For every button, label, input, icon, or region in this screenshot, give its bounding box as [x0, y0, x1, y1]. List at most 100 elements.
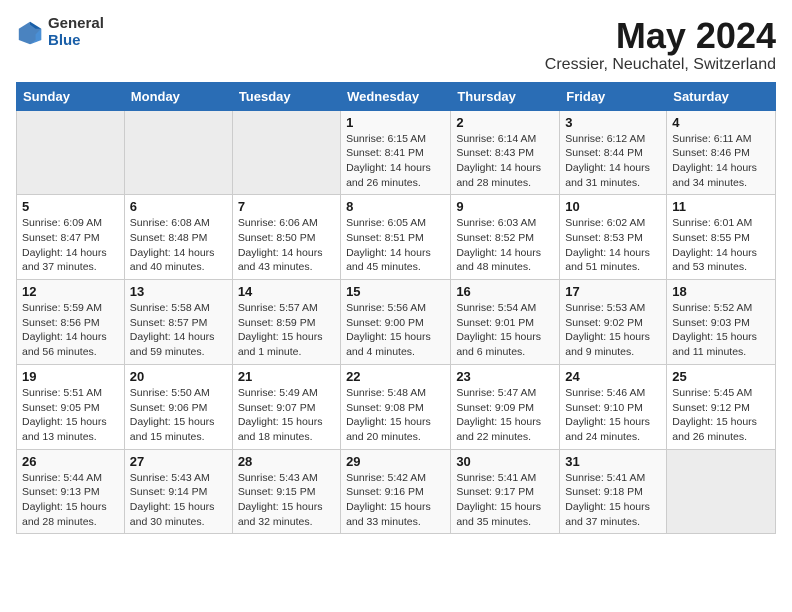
- day-number: 19: [22, 369, 119, 384]
- calendar-cell: 4Sunrise: 6:11 AM Sunset: 8:46 PM Daylig…: [667, 110, 776, 195]
- day-info: Sunrise: 5:43 AM Sunset: 9:14 PM Dayligh…: [130, 471, 227, 530]
- calendar-cell: [232, 110, 340, 195]
- day-number: 29: [346, 454, 445, 469]
- day-number: 30: [456, 454, 554, 469]
- day-number: 21: [238, 369, 335, 384]
- calendar-cell: 23 Sunrise: 5:47 AM Sunset: 9:09 PM Dayli…: [451, 364, 560, 449]
- day-info: Sunrise: 6:12 AM Sunset: 8:44 PM Dayligh…: [565, 132, 661, 191]
- day-info: Sunrise: 5:43 AM Sunset: 9:15 PM Dayligh…: [238, 471, 335, 530]
- calendar-cell: 16 Sunrise: 5:54 AM Sunset: 9:01 PM Dayli…: [451, 280, 560, 365]
- logo-blue-text: Blue: [48, 33, 104, 50]
- day-number: 2: [456, 115, 554, 130]
- day-info: Sunrise: 5:54 AM Sunset: 9:01 PM Dayligh…: [456, 301, 554, 360]
- calendar-cell: 24Sunrise: 5:46 AM Sunset: 9:10 PM Dayli…: [560, 364, 667, 449]
- day-info: Sunrise: 6:09 AM Sunset: 8:47 PM Dayligh…: [22, 216, 119, 275]
- calendar-cell: 9 Sunrise: 6:03 AM Sunset: 8:52 PM Daylig…: [451, 195, 560, 280]
- calendar-cell: 17 Sunrise: 5:53 AM Sunset: 9:02 PM Dayli…: [560, 280, 667, 365]
- weekday-header-wednesday: Wednesday: [341, 82, 451, 110]
- calendar-cell: 22Sunrise: 5:48 AM Sunset: 9:08 PM Dayli…: [341, 364, 451, 449]
- day-number: 16: [456, 284, 554, 299]
- day-number: 31: [565, 454, 661, 469]
- calendar-title: May 2024: [545, 16, 776, 56]
- calendar-cell: [17, 110, 125, 195]
- day-number: 27: [130, 454, 227, 469]
- weekday-header-saturday: Saturday: [667, 82, 776, 110]
- day-number: 18: [672, 284, 770, 299]
- calendar-cell: 31Sunrise: 5:41 AM Sunset: 9:18 PM Dayli…: [560, 449, 667, 534]
- day-info: Sunrise: 6:05 AM Sunset: 8:51 PM Dayligh…: [346, 216, 445, 275]
- day-info: Sunrise: 5:50 AM Sunset: 9:06 PM Dayligh…: [130, 386, 227, 445]
- day-info: Sunrise: 5:42 AM Sunset: 9:16 PM Dayligh…: [346, 471, 445, 530]
- logo-general-text: General: [48, 16, 104, 33]
- day-number: 26: [22, 454, 119, 469]
- day-number: 20: [130, 369, 227, 384]
- day-info: Sunrise: 6:08 AM Sunset: 8:48 PM Dayligh…: [130, 216, 227, 275]
- day-info: Sunrise: 6:06 AM Sunset: 8:50 PM Dayligh…: [238, 216, 335, 275]
- calendar-week-4: 19 Sunrise: 5:51 AM Sunset: 9:05 PM Dayli…: [17, 364, 776, 449]
- day-info: Sunrise: 5:45 AM Sunset: 9:12 PM Dayligh…: [672, 386, 770, 445]
- day-info: Sunrise: 6:02 AM Sunset: 8:53 PM Dayligh…: [565, 216, 661, 275]
- day-number: 23: [456, 369, 554, 384]
- calendar-cell: 10Sunrise: 6:02 AM Sunset: 8:53 PM Dayli…: [560, 195, 667, 280]
- title-area: May 2024 Cressier, Neuchatel, Switzerlan…: [545, 16, 776, 74]
- day-number: 12: [22, 284, 119, 299]
- weekday-header-friday: Friday: [560, 82, 667, 110]
- calendar-cell: 11Sunrise: 6:01 AM Sunset: 8:55 PM Dayli…: [667, 195, 776, 280]
- calendar-cell: 14 Sunrise: 5:57 AM Sunset: 8:59 PM Dayli…: [232, 280, 340, 365]
- day-number: 25: [672, 369, 770, 384]
- day-info: Sunrise: 5:53 AM Sunset: 9:02 PM Dayligh…: [565, 301, 661, 360]
- day-info: Sunrise: 5:41 AM Sunset: 9:17 PM Dayligh…: [456, 471, 554, 530]
- day-info: Sunrise: 5:47 AM Sunset: 9:09 PM Dayligh…: [456, 386, 554, 445]
- page-header: General Blue May 2024 Cressier, Neuchate…: [16, 16, 776, 74]
- calendar-cell: [667, 449, 776, 534]
- calendar-cell: 12 Sunrise: 5:59 AM Sunset: 8:56 PM Dayli…: [17, 280, 125, 365]
- day-number: 3: [565, 115, 661, 130]
- calendar-cell: 21Sunrise: 5:49 AM Sunset: 9:07 PM Dayli…: [232, 364, 340, 449]
- calendar-cell: 20 Sunrise: 5:50 AM Sunset: 9:06 PM Dayli…: [124, 364, 232, 449]
- calendar-cell: 5 Sunrise: 6:09 AM Sunset: 8:47 PM Daylig…: [17, 195, 125, 280]
- calendar-cell: [124, 110, 232, 195]
- day-number: 17: [565, 284, 661, 299]
- day-number: 9: [456, 199, 554, 214]
- calendar-cell: 30 Sunrise: 5:41 AM Sunset: 9:17 PM Dayli…: [451, 449, 560, 534]
- day-number: 15: [346, 284, 445, 299]
- calendar-cell: 13Sunrise: 5:58 AM Sunset: 8:57 PM Dayli…: [124, 280, 232, 365]
- day-info: Sunrise: 5:51 AM Sunset: 9:05 PM Dayligh…: [22, 386, 119, 445]
- day-info: Sunrise: 6:14 AM Sunset: 8:43 PM Dayligh…: [456, 132, 554, 191]
- calendar-cell: 8 Sunrise: 6:05 AM Sunset: 8:51 PM Daylig…: [341, 195, 451, 280]
- calendar-table: SundayMondayTuesdayWednesdayThursdayFrid…: [16, 82, 776, 535]
- day-info: Sunrise: 5:59 AM Sunset: 8:56 PM Dayligh…: [22, 301, 119, 360]
- day-info: Sunrise: 5:57 AM Sunset: 8:59 PM Dayligh…: [238, 301, 335, 360]
- day-info: Sunrise: 5:58 AM Sunset: 8:57 PM Dayligh…: [130, 301, 227, 360]
- calendar-cell: 28 Sunrise: 5:43 AM Sunset: 9:15 PM Dayli…: [232, 449, 340, 534]
- weekday-header-thursday: Thursday: [451, 82, 560, 110]
- calendar-cell: 7Sunrise: 6:06 AM Sunset: 8:50 PM Daylig…: [232, 195, 340, 280]
- day-number: 24: [565, 369, 661, 384]
- calendar-cell: 15 Sunrise: 5:56 AM Sunset: 9:00 PM Dayli…: [341, 280, 451, 365]
- day-info: Sunrise: 5:44 AM Sunset: 9:13 PM Dayligh…: [22, 471, 119, 530]
- day-number: 8: [346, 199, 445, 214]
- calendar-week-2: 5 Sunrise: 6:09 AM Sunset: 8:47 PM Daylig…: [17, 195, 776, 280]
- calendar-cell: 1Sunrise: 6:15 AM Sunset: 8:41 PM Daylig…: [341, 110, 451, 195]
- logo-text: General Blue: [48, 16, 104, 49]
- day-number: 1: [346, 115, 445, 130]
- day-number: 22: [346, 369, 445, 384]
- calendar-week-1: 1Sunrise: 6:15 AM Sunset: 8:41 PM Daylig…: [17, 110, 776, 195]
- calendar-subtitle: Cressier, Neuchatel, Switzerland: [545, 56, 776, 74]
- day-number: 28: [238, 454, 335, 469]
- day-number: 6: [130, 199, 227, 214]
- day-info: Sunrise: 6:03 AM Sunset: 8:52 PM Dayligh…: [456, 216, 554, 275]
- weekday-header-tuesday: Tuesday: [232, 82, 340, 110]
- day-number: 14: [238, 284, 335, 299]
- day-info: Sunrise: 5:56 AM Sunset: 9:00 PM Dayligh…: [346, 301, 445, 360]
- calendar-cell: 25 Sunrise: 5:45 AM Sunset: 9:12 PM Dayli…: [667, 364, 776, 449]
- calendar-cell: 26 Sunrise: 5:44 AM Sunset: 9:13 PM Dayli…: [17, 449, 125, 534]
- calendar-cell: 18Sunrise: 5:52 AM Sunset: 9:03 PM Dayli…: [667, 280, 776, 365]
- calendar-cell: 3 Sunrise: 6:12 AM Sunset: 8:44 PM Daylig…: [560, 110, 667, 195]
- logo-icon: [16, 19, 44, 47]
- calendar-week-3: 12 Sunrise: 5:59 AM Sunset: 8:56 PM Dayli…: [17, 280, 776, 365]
- day-number: 5: [22, 199, 119, 214]
- day-number: 4: [672, 115, 770, 130]
- day-number: 11: [672, 199, 770, 214]
- weekday-header-monday: Monday: [124, 82, 232, 110]
